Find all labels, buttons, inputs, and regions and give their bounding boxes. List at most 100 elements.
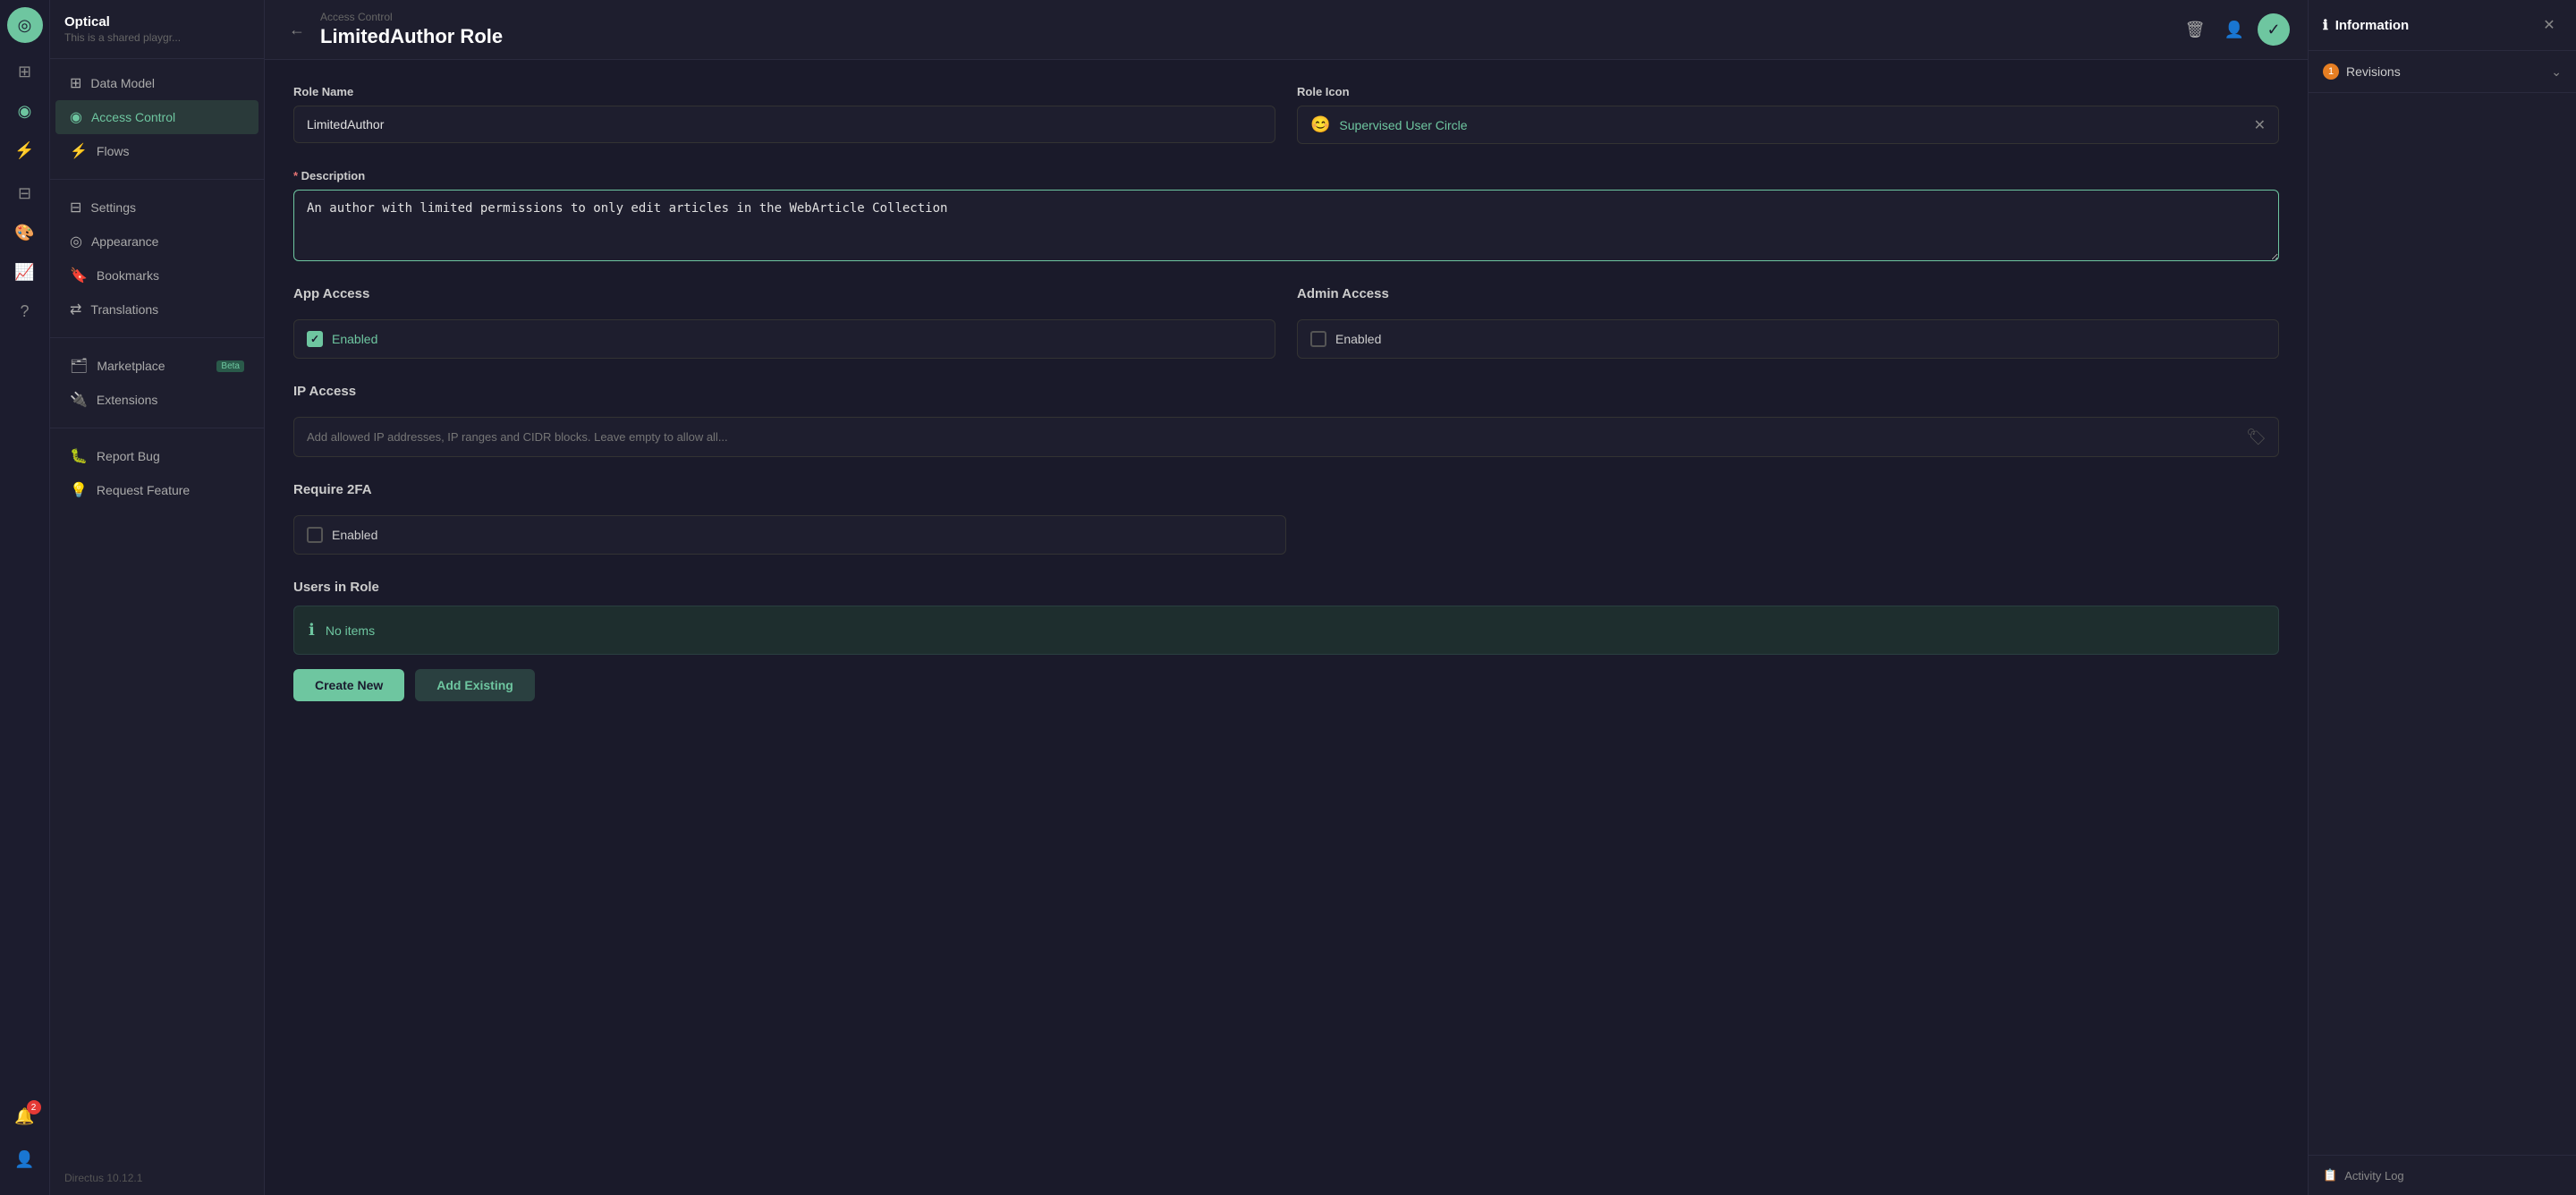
back-button[interactable]: ← (283, 15, 311, 44)
require-2fa-checkbox-label: Enabled (332, 528, 377, 542)
sidebar-item-bookmarks-label: Bookmarks (97, 268, 159, 283)
row-ip-access: IP Access 🏷 (293, 384, 2279, 457)
sidebar-icon-appearance[interactable]: 🎨 (7, 215, 43, 250)
app-access-label: App Access (293, 286, 1275, 301)
sidebar-item-settings-label: Settings (90, 200, 136, 215)
sidebar: Optical This is a shared playgr... ⊞ Dat… (50, 0, 265, 1195)
revisions-title: 1 Revisions (2323, 64, 2401, 80)
flows-icon: ⚡ (70, 142, 88, 160)
marketplace-beta-badge: Beta (216, 360, 244, 372)
page-title: LimitedAuthor Role (320, 25, 503, 48)
sidebar-icon-analytics[interactable]: 📈 (7, 254, 43, 290)
extensions-icon: 🔌 (70, 391, 88, 409)
data-model-icon: ⊞ (70, 74, 81, 92)
sidebar-item-settings[interactable]: ⊟ Settings (55, 191, 258, 225)
sidebar-item-flows-label: Flows (97, 144, 130, 158)
sidebar-footer: Directus 10.12.1 (50, 1165, 264, 1195)
admin-access-checkbox-field[interactable]: Enabled (1297, 319, 2279, 359)
users-empty-text: No items (326, 623, 375, 638)
header-actions: 🗑 👤 ✓ (2179, 13, 2290, 46)
back-icon: ← (289, 21, 305, 39)
role-icon-preview: 😊 (1310, 115, 1330, 134)
activity-log-label: Activity Log (2344, 1169, 2403, 1182)
save-icon: ✓ (2267, 21, 2280, 39)
revisions-label: Revisions (2346, 64, 2401, 79)
form-group-ip-access: IP Access 🏷 (293, 384, 2279, 457)
require-2fa-checkbox[interactable] (307, 527, 323, 543)
icon-bar: ◎ ⊞ ◉ ⚡ ⊟ 🎨 📈 ? 🔔 2 👤 (0, 0, 50, 1195)
logo-icon[interactable]: ◎ (7, 7, 43, 43)
app-access-checkbox-label: Enabled (332, 332, 377, 346)
sidebar-icon-settings[interactable]: ⊟ (7, 175, 43, 211)
ip-access-label: IP Access (293, 384, 2279, 399)
request-feature-icon: 💡 (70, 481, 88, 499)
sidebar-item-marketplace[interactable]: 🗂 Marketplace Beta (55, 349, 258, 383)
sidebar-item-access-control[interactable]: ◉ Access Control (55, 100, 258, 134)
app-access-checkbox[interactable]: ✓ (307, 331, 323, 347)
right-panel-title: ℹ Information (2323, 17, 2409, 33)
clear-icon-button[interactable]: ✕ (2254, 116, 2266, 134)
report-bug-icon: 🐛 (70, 447, 88, 465)
sidebar-icon-data-model[interactable]: ⊞ (7, 54, 43, 89)
sidebar-divider-1 (50, 179, 264, 180)
sidebar-item-translations[interactable]: ⇄ Translations (55, 292, 258, 326)
create-new-button[interactable]: Create New (293, 669, 404, 701)
sidebar-item-extensions-label: Extensions (97, 393, 157, 407)
admin-access-checkbox[interactable] (1310, 331, 1326, 347)
add-user-icon: 👤 (2224, 21, 2244, 39)
row-access: App Access ✓ Enabled Admin Access Enable… (293, 286, 2279, 359)
settings-icon: ⊟ (70, 199, 81, 216)
role-icon-label: Role Icon (1297, 85, 2279, 98)
delete-icon: 🗑 (2185, 21, 2206, 39)
activity-log-icon: 📋 (2323, 1168, 2337, 1182)
delete-button[interactable]: 🗑 (2179, 13, 2211, 46)
sidebar-item-translations-label: Translations (90, 302, 158, 317)
form-group-description: Description An author with limited permi… (293, 169, 2279, 261)
sidebar-item-appearance[interactable]: ◎ Appearance (55, 225, 258, 258)
role-icon-selector[interactable]: 😊 Supervised User Circle ✕ (1297, 106, 2279, 144)
translations-icon: ⇄ (70, 301, 81, 318)
user-avatar-icon[interactable]: 👤 (7, 1141, 43, 1177)
ip-access-input[interactable] (293, 417, 2279, 457)
save-button[interactable]: ✓ (2258, 13, 2290, 46)
form-group-app-access: App Access ✓ Enabled (293, 286, 1275, 359)
sidebar-icon-help[interactable]: ? (7, 293, 43, 329)
sidebar-item-flows[interactable]: ⚡ Flows (55, 134, 258, 168)
sidebar-item-data-model[interactable]: ⊞ Data Model (55, 66, 258, 100)
main-content: ← Access Control LimitedAuthor Role 🗑 👤 … (265, 0, 2308, 1195)
sidebar-item-request-feature[interactable]: 💡 Request Feature (55, 473, 258, 507)
sidebar-icon-flows[interactable]: ⚡ (7, 132, 43, 168)
notifications-icon[interactable]: 🔔 2 (7, 1098, 43, 1134)
role-name-input[interactable] (293, 106, 1275, 143)
sidebar-settings-section: ⊟ Settings ◎ Appearance 🔖 Bookmarks ⇄ Tr… (50, 183, 264, 334)
sidebar-header: Optical This is a shared playgr... (50, 0, 264, 59)
add-existing-button[interactable]: Add Existing (415, 669, 535, 701)
sidebar-item-extensions[interactable]: 🔌 Extensions (55, 383, 258, 417)
sidebar-icon-access-control[interactable]: ◉ (7, 93, 43, 129)
revisions-section-header[interactable]: 1 Revisions ⌄ (2309, 51, 2576, 92)
activity-log-button[interactable]: 📋 Activity Log (2309, 1155, 2576, 1195)
checkmark-icon: ✓ (310, 333, 319, 345)
add-user-button[interactable]: 👤 (2218, 13, 2250, 46)
description-input[interactable]: An author with limited permissions to on… (293, 190, 2279, 261)
sidebar-item-data-model-label: Data Model (90, 76, 155, 90)
right-panel-header: ℹ Information ✕ (2309, 0, 2576, 51)
right-panel-close-button[interactable]: ✕ (2537, 13, 2562, 38)
form-area: Role Name Role Icon 😊 Supervised User Ci… (265, 60, 2308, 1195)
row-2fa: Require 2FA Enabled (293, 482, 2279, 555)
tag-icon: 🏷 (2246, 428, 2267, 446)
main-header: ← Access Control LimitedAuthor Role 🗑 👤 … (265, 0, 2308, 60)
users-actions: Create New Add Existing (293, 669, 2279, 719)
sidebar-item-report-bug[interactable]: 🐛 Report Bug (55, 439, 258, 473)
require-2fa-checkbox-field[interactable]: Enabled (293, 515, 1286, 555)
icon-bar-top: ◎ ⊞ ◉ ⚡ ⊟ 🎨 📈 ? (7, 7, 43, 1098)
form-group-role-name: Role Name (293, 85, 1275, 144)
row-description: Description An author with limited permi… (293, 169, 2279, 261)
revisions-section: 1 Revisions ⌄ (2309, 51, 2576, 93)
sidebar-item-bookmarks[interactable]: 🔖 Bookmarks (55, 258, 258, 292)
description-label: Description (293, 169, 2279, 182)
app-access-checkbox-field[interactable]: ✓ Enabled (293, 319, 1275, 359)
sidebar-item-marketplace-label: Marketplace (97, 359, 165, 373)
users-empty-state: ℹ No items (293, 606, 2279, 655)
sidebar-item-appearance-label: Appearance (91, 234, 159, 249)
